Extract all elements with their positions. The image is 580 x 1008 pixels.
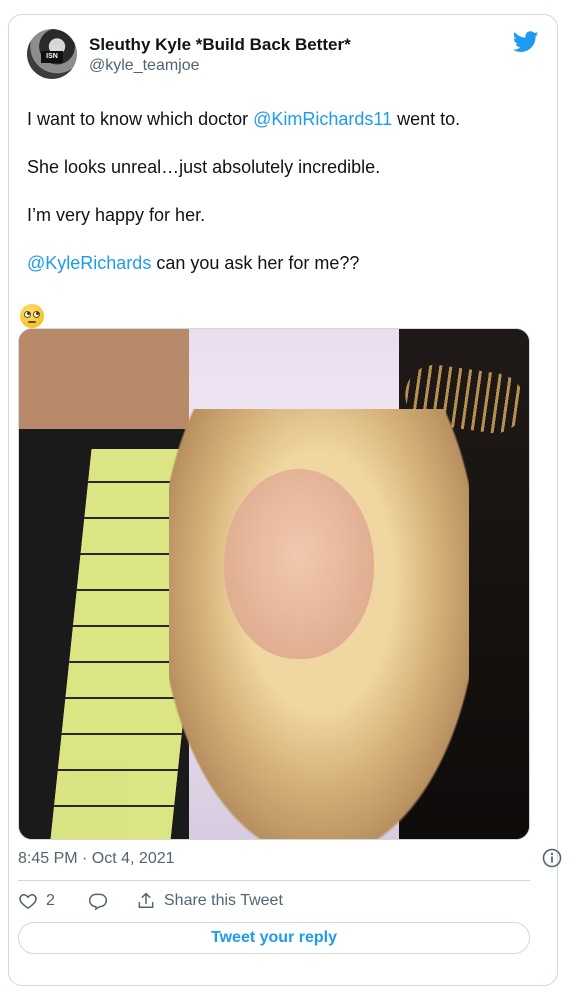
twitter-bird-icon[interactable] <box>513 31 539 53</box>
tweet-line-3: I’m very happy for her. <box>27 205 206 225</box>
tweet-photo[interactable] <box>18 328 530 840</box>
mention-kimrichards11[interactable]: @KimRichards11 <box>253 109 392 129</box>
tweet-text-segment: can you ask her for me?? <box>151 253 360 273</box>
like-count: 2 <box>46 892 55 909</box>
heart-icon <box>19 893 37 909</box>
user-name[interactable]: Sleuthy Kyle *Build Back Better* <box>89 35 351 55</box>
like-button[interactable]: 2 <box>18 886 55 916</box>
tweet-timestamp[interactable]: 8:45 PM · Oct 4, 2021 <box>18 850 175 868</box>
tweet-header: ISN Sleuthy Kyle *Build Back Better* @ky… <box>27 29 539 81</box>
tweet-your-reply-button[interactable]: Tweet your reply <box>18 922 530 954</box>
mention-kylerichards[interactable]: @KyleRichards <box>27 253 151 273</box>
avatar[interactable]: ISN <box>27 29 77 79</box>
info-icon[interactable] <box>542 848 562 868</box>
share-label: Share this Tweet <box>164 892 283 909</box>
share-button[interactable]: Share this Tweet <box>136 886 283 916</box>
divider <box>18 880 530 881</box>
tweet-text-segment: I want to know which doctor <box>27 109 254 129</box>
user-handle[interactable]: @kyle_teamjoe <box>89 57 200 75</box>
reply-button[interactable] <box>88 886 108 916</box>
tweet-line-4: @KyleRichards can you ask her for me?? <box>27 251 539 275</box>
tweet-text: I want to know which doctor @KimRichards… <box>27 107 539 299</box>
tweet-actions: 2 Share this Tweet <box>18 886 530 916</box>
tweet-line-2: She looks unreal…just absolutely incredi… <box>27 157 381 177</box>
tweet-line-1: I want to know which doctor @KimRichards… <box>27 107 539 131</box>
tweet-text-segment: went to. <box>392 109 461 129</box>
reply-bubble-icon <box>88 893 108 911</box>
share-icon <box>138 892 154 908</box>
rolling-eyes-emoji-icon <box>20 304 44 328</box>
